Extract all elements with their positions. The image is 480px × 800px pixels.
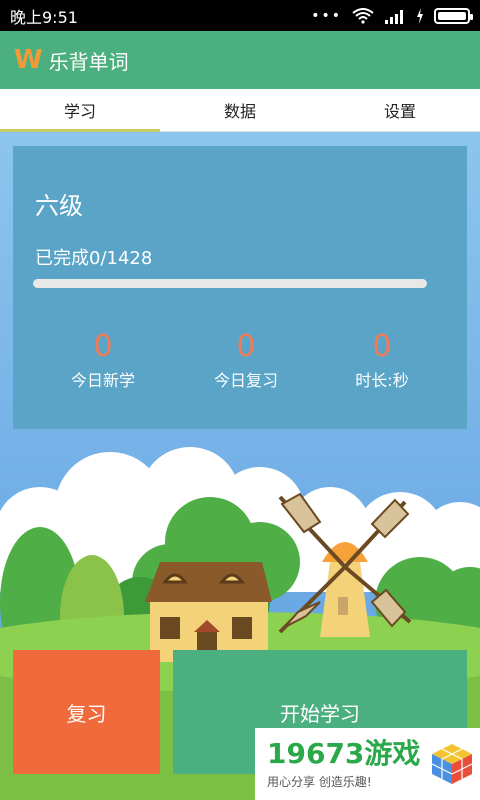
review-button[interactable]: 复习: [13, 650, 160, 774]
stat-value: 0: [93, 329, 113, 364]
tab-settings[interactable]: 设置: [320, 89, 480, 131]
tab-bar: 学习 数据 设置: [0, 89, 480, 132]
stat-label: 时长:秒: [355, 371, 409, 390]
progress-card: 六级 已完成0/1428 0 今日新学 0 今日复习 0 时长:秒: [13, 146, 467, 429]
watermark: 19673游戏 用心分享 创造乐趣!: [255, 728, 480, 800]
battery-icon: [434, 7, 473, 24]
wifi-icon: [352, 7, 374, 24]
tab-data[interactable]: 数据: [160, 89, 320, 131]
app-title: 乐背单词: [48, 49, 129, 74]
charging-icon: [417, 7, 423, 24]
stat-value: 0: [372, 329, 392, 364]
progress-bar: [33, 279, 427, 288]
stat-review-today: 0 今日复习: [191, 331, 301, 391]
stat-label: 今日新学: [70, 371, 135, 390]
cube-logo-icon: [432, 744, 473, 784]
level-title: 六级: [35, 192, 83, 220]
stat-duration: 0 时长:秒: [327, 331, 437, 391]
app-logo: W: [14, 45, 43, 75]
stat-new-today: 0 今日新学: [48, 331, 158, 391]
status-icons: •••: [311, 7, 473, 24]
watermark-brand: 19673游戏: [267, 736, 421, 770]
watermark-slogan: 用心分享 创造乐趣!: [267, 774, 372, 789]
status-time: 晚上9:51: [10, 7, 78, 27]
progress-text: 已完成0/1428: [35, 248, 153, 269]
signal-icon: [385, 9, 403, 24]
stat-value: 0: [236, 329, 256, 364]
status-bar: 晚上9:51 •••: [0, 0, 480, 31]
tab-learn[interactable]: 学习: [0, 89, 160, 132]
notification-dots-icon: •••: [311, 7, 342, 24]
stat-label: 今日复习: [213, 371, 278, 390]
app-bar: W 乐背单词: [0, 31, 480, 89]
